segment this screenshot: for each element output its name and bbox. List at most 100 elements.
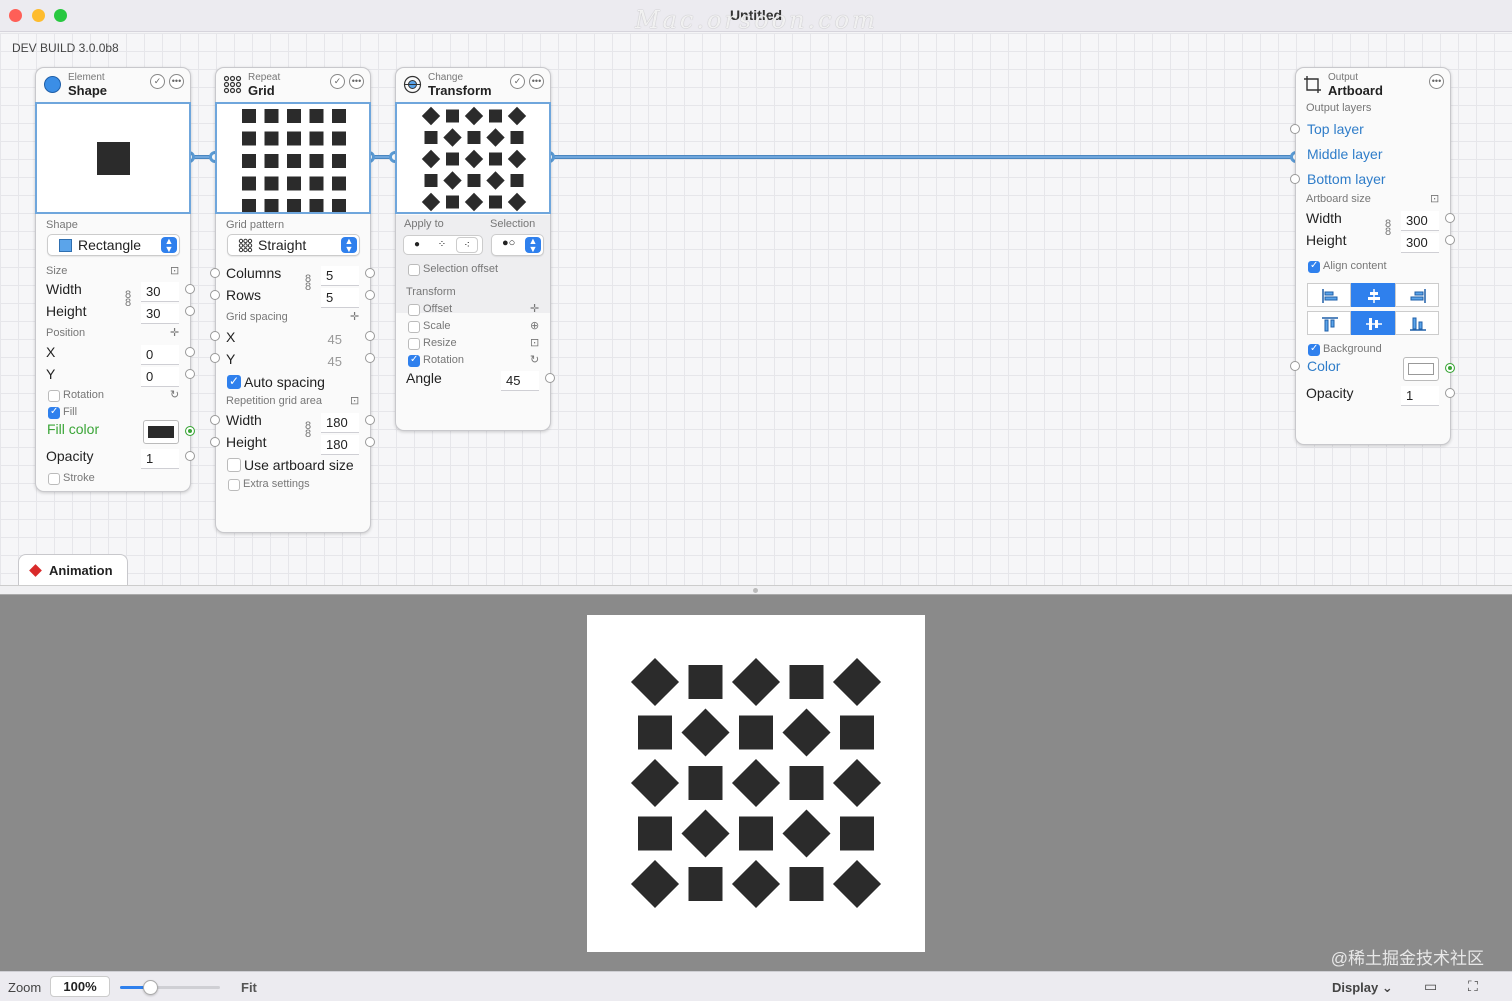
check-icon[interactable]: ✓ — [510, 74, 525, 89]
more-icon[interactable]: ••• — [1429, 74, 1444, 89]
rows-input[interactable]: 5 — [321, 288, 359, 308]
scale-checkbox[interactable] — [408, 321, 420, 333]
grid-pattern-select[interactable]: Straight ▲ ▼ — [227, 234, 360, 256]
align-top-right-button[interactable] — [1395, 283, 1439, 307]
y-input[interactable]: 0 — [141, 367, 179, 387]
extra-settings-checkbox[interactable] — [228, 479, 240, 491]
resize-checkbox[interactable] — [408, 338, 420, 350]
fill-color-well[interactable] — [143, 420, 179, 444]
artboard-opacity-port[interactable] — [1445, 388, 1455, 398]
node-canvas[interactable]: DEV BUILD 3.0.0b8 Element Shape ✓ ••• Sh… — [0, 33, 1512, 586]
background-checkbox[interactable] — [1308, 343, 1320, 356]
fullscreen-icon[interactable]: ⛶ — [1468, 978, 1478, 995]
angle-port[interactable] — [545, 373, 555, 383]
rotate-icon[interactable]: ↻ — [170, 388, 179, 401]
shape-node-header[interactable]: Element Shape ✓ ••• — [36, 68, 190, 102]
window-layout-icon[interactable]: ▭ — [1424, 978, 1437, 995]
angle-input[interactable]: 45 — [501, 371, 539, 391]
divider-handle-icon[interactable] — [753, 588, 758, 593]
align-middle-center-button[interactable] — [1351, 311, 1395, 335]
apply-selection-option[interactable]: ⁖ — [456, 237, 478, 253]
bg-color-out-port[interactable] — [1445, 363, 1455, 373]
size-options-icon[interactable]: ⊡ — [170, 264, 179, 277]
link-chain-icon[interactable]: 88 — [1385, 219, 1391, 238]
spacing-y-input[interactable]: 45 — [306, 352, 346, 372]
use-artboard-checkbox[interactable] — [227, 458, 241, 472]
shape-node[interactable]: Element Shape ✓ ••• Shape Rectangle ▲ ▼ S… — [35, 67, 195, 492]
area-height-in-port[interactable] — [210, 437, 220, 447]
size-options-icon[interactable]: ⊡ — [1430, 192, 1439, 205]
bottom-layer-port[interactable] — [1290, 174, 1300, 184]
link-chain-icon[interactable]: 88 — [305, 274, 311, 293]
more-icon[interactable]: ••• — [169, 74, 184, 89]
zoom-slider[interactable] — [120, 980, 220, 995]
link-chain-icon[interactable]: 88 — [125, 290, 131, 309]
spacing-y-in-port[interactable] — [210, 353, 220, 363]
columns-out-port[interactable] — [365, 268, 375, 278]
artboard-height-port[interactable] — [1445, 235, 1455, 245]
animation-tab[interactable]: Animation — [18, 554, 128, 586]
resize-icon[interactable]: ⊡ — [530, 336, 539, 349]
layer-middle[interactable]: Middle layer — [1307, 146, 1382, 162]
artboard-height-input[interactable]: 300 — [1401, 233, 1439, 253]
columns-in-port[interactable] — [210, 268, 220, 278]
shape-type-select[interactable]: Rectangle ▲ ▼ — [47, 234, 180, 256]
transform-node[interactable]: Change Transform ✓ ••• Apply to Selectio… — [395, 67, 555, 431]
move-icon[interactable]: ✛ — [530, 302, 539, 315]
spacing-x-in-port[interactable] — [210, 331, 220, 341]
layer-bottom[interactable]: Bottom layer — [1307, 171, 1386, 187]
bg-color-in-port[interactable] — [1290, 361, 1300, 371]
move-icon[interactable]: ✛ — [170, 326, 179, 339]
grid-node[interactable]: Repeat Grid ✓ ••• Grid pattern Straight … — [210, 67, 375, 533]
x-input[interactable]: 0 — [141, 345, 179, 365]
opacity-input[interactable]: 1 — [141, 449, 179, 469]
apply-all-option[interactable]: ● — [406, 237, 428, 253]
fill-checkbox[interactable] — [48, 406, 60, 419]
stroke-checkbox[interactable] — [48, 473, 60, 485]
move-icon[interactable]: ✛ — [350, 310, 359, 323]
spacing-x-out-port[interactable] — [365, 331, 375, 341]
spacing-y-out-port[interactable] — [365, 353, 375, 363]
top-layer-port[interactable] — [1290, 124, 1300, 134]
split-divider[interactable] — [0, 585, 1512, 595]
artboard-opacity-input[interactable]: 1 — [1401, 386, 1439, 406]
area-height-input[interactable]: 180 — [321, 435, 359, 455]
more-icon[interactable]: ••• — [349, 74, 364, 89]
rows-in-port[interactable] — [210, 290, 220, 300]
grid-node-header[interactable]: Repeat Grid ✓ ••• — [216, 68, 370, 102]
selection-select[interactable]: ●○ ▲ ▼ — [491, 234, 544, 256]
artboard-width-input[interactable]: 300 — [1401, 211, 1439, 231]
fill-color-port[interactable] — [185, 426, 195, 436]
fit-button[interactable]: Fit — [241, 980, 257, 995]
offset-checkbox[interactable] — [408, 304, 420, 316]
height-port[interactable] — [185, 306, 195, 316]
bg-color-well[interactable] — [1403, 357, 1439, 381]
spacing-x-input[interactable]: 45 — [306, 330, 346, 350]
columns-input[interactable]: 5 — [321, 266, 359, 286]
area-width-in-port[interactable] — [210, 415, 220, 425]
align-content-grid[interactable] — [1307, 283, 1439, 339]
area-width-input[interactable]: 180 — [321, 413, 359, 433]
zoom-field[interactable]: 100% — [50, 976, 110, 997]
align-top-left-button[interactable] — [1307, 283, 1351, 307]
y-port[interactable] — [185, 369, 195, 379]
zoom-slider-thumb[interactable] — [143, 980, 158, 995]
link-chain-icon[interactable]: 88 — [305, 421, 311, 440]
artboard-viewer[interactable]: @稀土掘金技术社区 — [0, 595, 1512, 971]
rotation-checkbox[interactable] — [48, 390, 60, 402]
selection-offset-checkbox[interactable] — [408, 264, 420, 276]
align-middle-top-button[interactable] — [1307, 311, 1351, 335]
rotation-checkbox[interactable] — [408, 354, 420, 367]
align-top-center-button[interactable] — [1351, 283, 1395, 307]
display-menu[interactable]: Display ⌄ — [1332, 980, 1393, 996]
artboard-node[interactable]: Output Artboard ••• Output layers Top la… — [1290, 67, 1455, 445]
height-input[interactable]: 30 — [141, 304, 179, 324]
more-icon[interactable]: ••• — [529, 74, 544, 89]
rows-out-port[interactable] — [365, 290, 375, 300]
area-width-out-port[interactable] — [365, 415, 375, 425]
layer-top[interactable]: Top layer — [1307, 121, 1364, 137]
auto-spacing-checkbox[interactable] — [227, 374, 241, 389]
artboard-width-port[interactable] — [1445, 213, 1455, 223]
area-options-icon[interactable]: ⊡ — [350, 394, 359, 407]
apply-to-segmented[interactable]: ● ⁘ ⁖ — [403, 235, 483, 255]
